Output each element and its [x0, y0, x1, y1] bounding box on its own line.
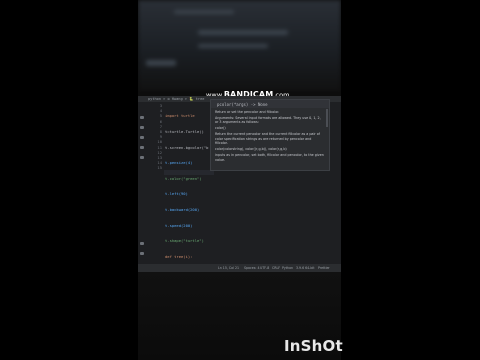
signature-text: pcolor(*args) -> None — [217, 102, 268, 107]
status-eol[interactable]: CRLF — [272, 266, 280, 270]
doc-paragraph: color() — [215, 126, 226, 131]
doc-paragraph: Return the current pencolor and the curr… — [215, 132, 320, 146]
account-icon[interactable] — [140, 242, 144, 245]
popup-scrollbar[interactable] — [326, 109, 328, 127]
status-language[interactable]: Python — [282, 266, 293, 270]
popup-body: Return or set the pencolor and fillcolor… — [215, 110, 325, 164]
doc-paragraph: color(colorstring), color((r,g,b)), colo… — [215, 147, 287, 152]
code-line[interactable]: t=turtle.Turtle() — [165, 129, 211, 134]
inshot-watermark-logo: InShOt — [284, 337, 343, 355]
status-interpreter[interactable]: 3.9.6 64-bit — [296, 266, 315, 270]
status-indentation[interactable]: Spaces: 4 — [244, 266, 260, 270]
status-encoding[interactable]: UTF-8 — [260, 266, 269, 270]
hover-documentation-popup[interactable]: pcolor(*args) -> None Return or set the … — [210, 99, 330, 171]
status-cursor-position[interactable]: Ln 15, Col 21 — [218, 266, 239, 270]
code-line[interactable]: def tree(i): — [165, 254, 211, 259]
code-line[interactable]: t.screen.bgcolor("b — [165, 145, 211, 150]
doc-paragraph: Arguments: Several input formats are all… — [215, 116, 321, 125]
line-number: 15 — [157, 165, 162, 171]
video-frame: www.BANDICAM.com python > ⚙ Hwang > 🐍 tr… — [138, 0, 341, 360]
status-bar: Ln 15, Col 21 Spaces: 4 UTF-8 CRLF Pytho… — [138, 264, 341, 272]
blurred-block — [146, 60, 176, 66]
code-line[interactable]: t.backward(200) — [165, 207, 211, 212]
code-line[interactable]: t.shape("turtle") — [165, 238, 211, 243]
blurred-background-top — [138, 0, 341, 92]
code-line[interactable]: t.left(90) — [165, 191, 211, 196]
code-line[interactable]: t.pensize(4) — [165, 160, 211, 165]
blurred-block — [198, 44, 268, 48]
popup-signature: pcolor(*args) -> None — [211, 100, 329, 108]
status-prettier[interactable]: Prettier — [318, 266, 330, 270]
code-line[interactable]: t.speed(200) — [165, 223, 211, 228]
doc-paragraph: inputs as in pencolor, set both, fillcol… — [215, 153, 324, 162]
settings-gear-icon[interactable] — [140, 252, 144, 255]
blurred-block — [198, 30, 288, 35]
doc-paragraph: Return or set the pencolor and fillcolor… — [215, 110, 280, 114]
breadcrumb-path[interactable]: python > ⚙ Hwang > 🐍 tree — [148, 97, 204, 101]
code-line[interactable]: import turtle — [165, 113, 211, 118]
code-line[interactable]: t.color("green") — [165, 176, 211, 181]
line-numbers: 3 4 5 6 7 8 9 10 11 12 13 14 15 — [144, 103, 162, 171]
blurred-block — [174, 10, 234, 14]
